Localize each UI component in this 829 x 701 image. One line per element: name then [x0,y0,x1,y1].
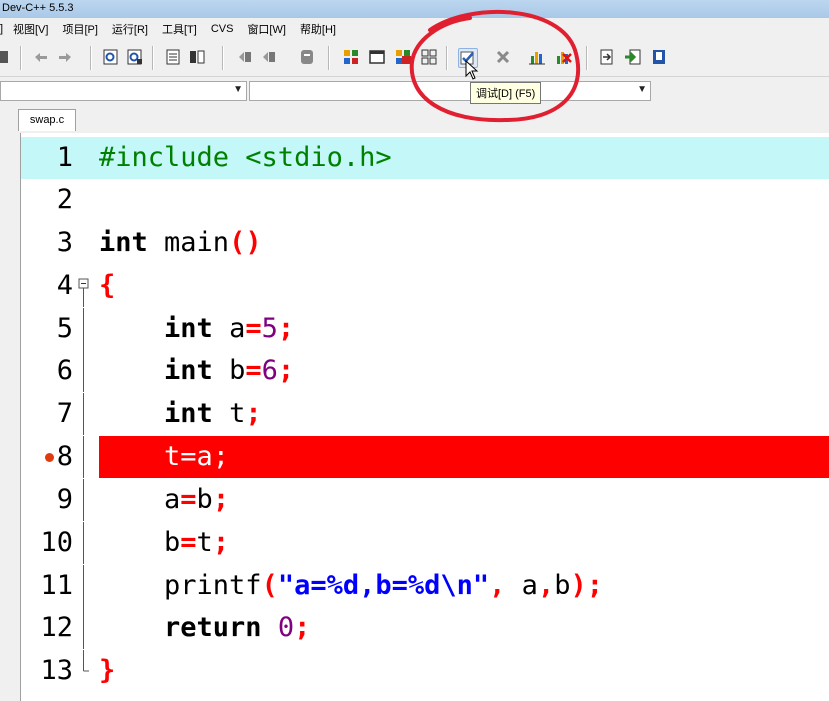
toolbar [0,40,829,77]
add-watch-icon[interactable] [624,48,642,66]
window-title: Dev-C++ 5.5.3 [2,2,74,14]
title-bar: Dev-C++ 5.5.3 [0,0,829,18]
mouse-cursor-icon [465,60,479,80]
fold-guide [75,436,95,478]
code-line-2: 2 [21,179,829,221]
toolbar-separator [586,46,588,70]
line-number: 3 [56,227,73,258]
code-text: a=b; [99,484,230,515]
line-number: 13 [40,655,73,686]
undo-icon[interactable] [32,48,50,66]
breakpoint-highlight: t=a; [99,436,829,478]
redo-icon[interactable] [56,48,74,66]
code-editor[interactable]: 1 #include <stdio.h> 2 3 int main() 4 { … [20,133,829,701]
fold-collapse-icon[interactable] [75,265,95,307]
menu-project[interactable]: 项目[P] [55,21,104,37]
run-icon[interactable] [368,48,386,66]
breakpoint-icon[interactable] [45,453,54,462]
line-number: 6 [56,355,73,386]
code-text: int a=5; [164,313,295,344]
chevron-down-icon: ▼ [637,84,647,95]
line-number: 2 [56,184,73,215]
line-number: 1 [56,142,73,173]
code-text: t=a; [99,441,230,472]
line-number: 10 [40,527,73,558]
line-number: 12 [40,612,73,643]
toolbar-separator [20,46,22,70]
code-text: int t; [164,398,262,429]
toolbar-separator [90,46,92,70]
code-line-11: 11 printf("a=%d,b=%d\n", a,b); [21,565,829,607]
toolbar-separator [222,46,224,70]
toolbar-separator [152,46,154,70]
code-line-7: 7 int t; [21,393,829,435]
tab-swap-c[interactable]: swap.c [18,109,76,131]
fold-guide [75,479,95,521]
unindent-icon[interactable] [260,48,278,66]
code-text: b=t; [99,527,230,558]
compile-icon[interactable] [342,48,360,66]
line-number: 5 [56,313,73,344]
toolbar-edge-icon[interactable] [0,48,18,66]
code-line-10: 10 b=t; [21,522,829,564]
indent-icon[interactable] [236,48,254,66]
new-page-icon[interactable] [164,48,182,66]
menu-cvs[interactable]: CVS [204,23,241,35]
find-icon[interactable] [102,48,120,66]
fold-guide [75,565,95,607]
compile-run-icon[interactable] [394,48,412,66]
code-line-13: 13 } [21,650,829,692]
code-text: #include <stdio.h> [99,142,392,173]
chevron-down-icon: ▼ [233,84,243,95]
code-line-12: 12 return 0; [21,607,829,649]
code-text: return 0; [164,612,311,643]
fold-guide [75,308,95,350]
line-number: 11 [40,570,73,601]
code-text: } [99,655,116,686]
menu-help[interactable]: 帮助[H] [293,21,343,37]
menu-bar: ] 视图[V] 项目[P] 运行[R] 工具[T] CVS 窗口[W] 帮助[H… [0,18,829,40]
menu-run[interactable]: 运行[R] [105,21,155,37]
code-text: int main() [99,227,262,258]
fold-end-guide [75,650,95,692]
line-number: 4 [56,270,73,301]
fold-guide [75,607,95,649]
debug-tooltip: 调试[D] (F5) [470,82,542,104]
rebuild-icon[interactable] [420,48,438,66]
line-number: 7 [56,398,73,429]
stop-execution-icon[interactable] [494,48,512,66]
menu-window[interactable]: 窗口[W] [240,21,293,37]
goto-icon[interactable] [598,48,616,66]
class-combo[interactable]: ▼ [0,81,247,101]
replace-icon[interactable] [126,48,144,66]
profile-icon[interactable] [528,48,546,66]
member-combo[interactable]: ▼ [249,81,651,101]
fold-guide [75,350,95,392]
code-line-9: 9 a=b; [21,479,829,521]
fold-guide [75,522,95,564]
class-browser-bar: ▼ ▼ [0,77,829,107]
line-number: 9 [56,484,73,515]
code-text: int b=6; [164,355,295,386]
code-text: { [99,270,116,301]
code-line-5: 5 int a=5; [21,308,829,350]
code-line-1: 1 #include <stdio.h> [21,137,829,179]
menu-view[interactable]: 视图[V] [6,21,55,37]
split-view-icon[interactable] [188,48,206,66]
code-text: printf("a=%d,b=%d\n", a,b); [99,570,603,601]
code-line-8: 8 t=a; [21,436,829,478]
view-cpu-icon[interactable] [650,48,668,66]
menu-tools[interactable]: 工具[T] [155,21,204,37]
fold-guide [75,393,95,435]
code-line-4: 4 { [21,265,829,307]
toolbar-separator [446,46,448,70]
toggle-comment-icon[interactable] [298,48,316,66]
code-line-3: 3 int main() [21,222,829,264]
toolbar-separator [328,46,330,70]
code-line-6: 6 int b=6; [21,350,829,392]
delete-profile-icon[interactable] [554,48,572,66]
